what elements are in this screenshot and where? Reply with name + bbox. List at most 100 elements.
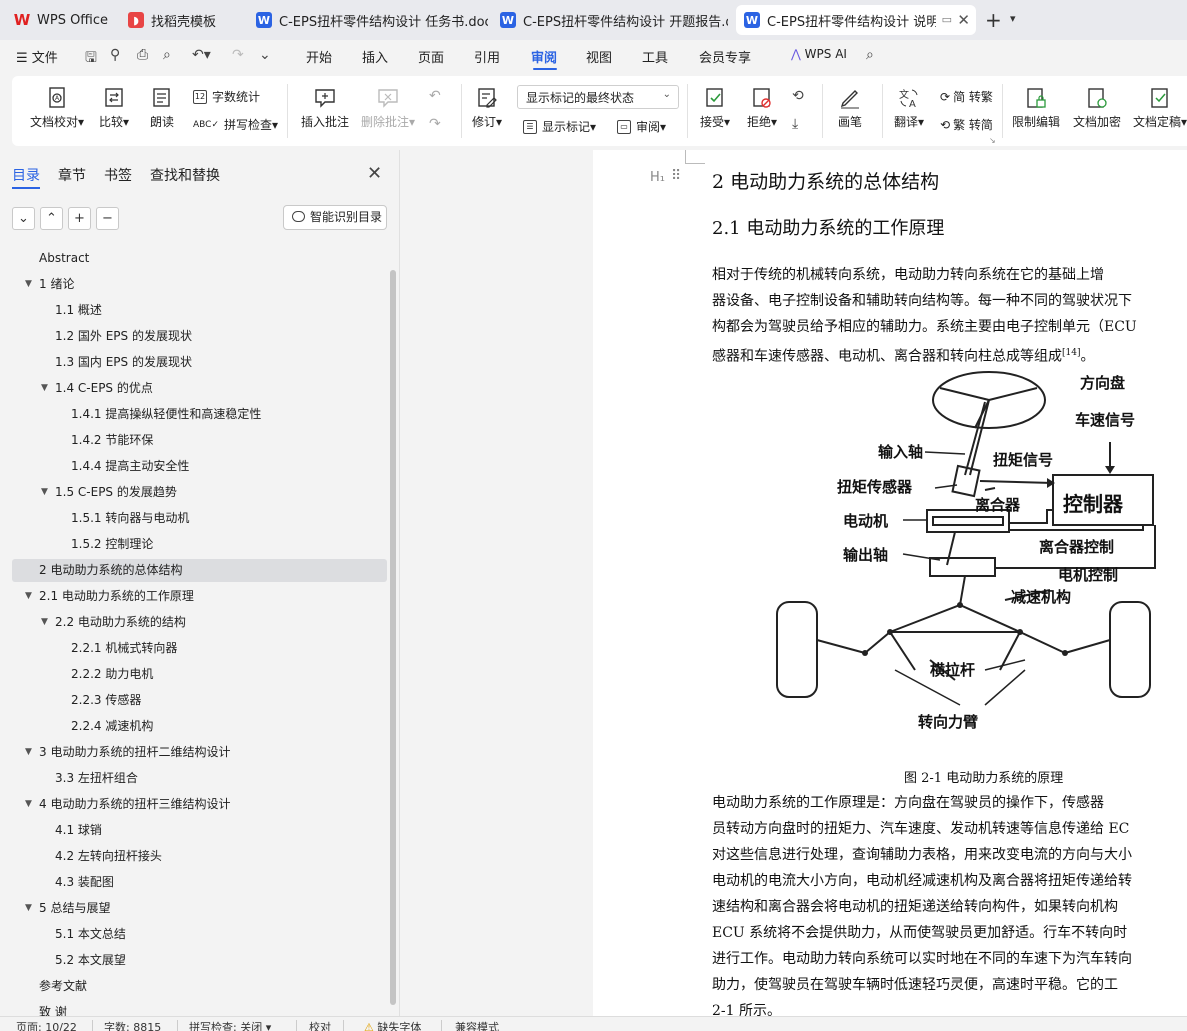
toc-item[interactable]: 1.4.1 提高操纵轻便性和高速稳定性	[12, 403, 387, 426]
next-change-icon[interactable]: ⤓	[792, 116, 798, 132]
toc-item[interactable]: 1.1 概述	[12, 299, 387, 322]
menu-view[interactable]: 视图	[586, 47, 612, 66]
tab-manual-doc[interactable]: W C-EPS扭杆零件结构设计 说明书 ▭ ✕	[736, 5, 976, 35]
undo-icon[interactable]: ↶▾	[192, 47, 211, 63]
remove-heading-button[interactable]: −	[96, 207, 119, 230]
document-page[interactable]: H₁ ⠿ 2 电动助力系统的总体结构 2.1 电动助力系统的工作原理 相对于传统…	[593, 150, 1187, 1016]
expand-button[interactable]: ⌃	[40, 207, 63, 230]
insert-comment-button[interactable]: 插入批注	[301, 86, 349, 130]
toc-item[interactable]: 2.2.4 减速机构	[12, 715, 387, 738]
missing-font-status[interactable]: ⚠ 缺失字体	[364, 1019, 421, 1031]
menu-home[interactable]: 开始	[306, 47, 332, 66]
encrypt-button[interactable]: 文档加密	[1073, 86, 1121, 130]
expand-triangle-icon[interactable]: ▼	[25, 793, 32, 816]
toc-item[interactable]: 1.5.2 控制理论	[12, 533, 387, 556]
toc-item[interactable]: Abstract	[12, 247, 387, 270]
add-tab-icon[interactable]: +	[985, 8, 1002, 32]
search-icon[interactable]: ⌕	[866, 47, 874, 63]
toc-item[interactable]: 5.1 本文总结	[12, 923, 387, 946]
scrollbar[interactable]	[390, 270, 396, 1005]
toc-item[interactable]: ▼ 2.1 电动助力系统的工作原理	[12, 585, 387, 608]
expand-triangle-icon[interactable]: ▼	[25, 897, 32, 920]
toc-item[interactable]: 参考文献	[12, 975, 387, 998]
menu-page[interactable]: 页面	[418, 47, 444, 66]
read-aloud-button[interactable]: 朗读	[150, 86, 174, 130]
revise-button[interactable]: 修订▾	[472, 86, 502, 130]
menu-review[interactable]: 审阅	[531, 47, 557, 66]
nav-tab-toc[interactable]: 目录	[12, 165, 40, 185]
nav-tab-find-replace[interactable]: 查找和替换	[150, 165, 220, 185]
word-count-button[interactable]: 12 字数统计	[193, 88, 260, 105]
add-heading-button[interactable]: +	[68, 207, 91, 230]
tab-task-doc[interactable]: W C-EPS扭杆零件结构设计 任务书.doc	[248, 5, 488, 35]
chevron-down-icon[interactable]: ⌄	[259, 47, 271, 63]
citation[interactable]: [14]	[1062, 348, 1080, 358]
toc-item[interactable]: 1.2 国外 EPS 的发展现状	[12, 325, 387, 348]
toc-item[interactable]: 1.3 国内 EPS 的发展现状	[12, 351, 387, 374]
spell-check-button[interactable]: ABC✓ 拼写检查 ▾	[193, 116, 278, 133]
link-icon[interactable]: ⚲	[110, 47, 120, 63]
toc-item[interactable]: ▼ 3 电动助力系统的扭杆二维结构设计	[12, 741, 387, 764]
to-simplified-button[interactable]: ⟲ 繁 转简	[940, 116, 993, 133]
toc-item[interactable]: 1.4.4 提高主动安全性	[12, 455, 387, 478]
redo-icon[interactable]: ↷	[232, 47, 244, 63]
menu-references[interactable]: 引用	[474, 47, 500, 66]
toc-item[interactable]: 5.2 本文展望	[12, 949, 387, 972]
finalize-button[interactable]: 文档定稿▾	[1133, 86, 1187, 130]
window-icon[interactable]: ▭	[942, 5, 952, 35]
toc-item[interactable]: ▼ 1 绪论	[12, 273, 387, 296]
close-icon[interactable]: ✕	[957, 5, 970, 35]
accept-button[interactable]: 接受▾	[700, 86, 730, 130]
ink-button[interactable]: 画笔	[838, 86, 862, 130]
print-icon[interactable]: ⎙	[137, 47, 148, 63]
tab-docer-templates[interactable]: ◗ 找稻壳模板	[120, 5, 243, 35]
toc-item[interactable]: ▼ 1.5 C-EPS 的发展趋势	[12, 481, 387, 504]
toc-item[interactable]: ▼ 5 总结与展望	[12, 897, 387, 920]
nav-tab-sections[interactable]: 章节	[58, 165, 86, 185]
toc-item[interactable]: 4.1 球销	[12, 819, 387, 842]
chevron-down-icon[interactable]: ▾	[1010, 12, 1016, 25]
page-indicator[interactable]: 页面: 10/22	[16, 1019, 77, 1031]
toc-item[interactable]: 2.2.2 助力电机	[12, 663, 387, 686]
close-icon[interactable]: ✕	[367, 163, 382, 184]
review-pane-button[interactable]: ▭ 审阅 ▾	[617, 118, 666, 135]
toc-item[interactable]: 4.2 左转向扭杆接头	[12, 845, 387, 868]
prev-comment-icon[interactable]: ↶	[429, 88, 441, 104]
word-count-status[interactable]: 字数: 8815	[104, 1019, 161, 1031]
toc-item[interactable]: 致 谢	[12, 1001, 387, 1016]
toc-item[interactable]: 1.4.2 节能环保	[12, 429, 387, 452]
expand-triangle-icon[interactable]: ▼	[25, 741, 32, 764]
dialog-launcher-icon[interactable]: ↘	[989, 136, 996, 145]
toc-item[interactable]: 1.5.1 转向器与电动机	[12, 507, 387, 530]
delete-comment-button[interactable]: 删除批注▾	[361, 86, 415, 130]
save-icon[interactable]: 🖫	[85, 47, 97, 71]
expand-triangle-icon[interactable]: ▼	[41, 481, 48, 504]
restrict-edit-button[interactable]: 限制编辑	[1012, 86, 1060, 130]
tab-proposal-doc[interactable]: W C-EPS扭杆零件结构设计 开题报告.doc	[492, 5, 728, 35]
toc-item[interactable]: 4.3 装配图	[12, 871, 387, 894]
collapse-button[interactable]: ⌄	[12, 207, 35, 230]
wps-ai-button[interactable]: ⋀ WPS AI	[791, 47, 847, 61]
toc-item[interactable]: 2.2.3 传感器	[12, 689, 387, 712]
expand-triangle-icon[interactable]: ▼	[41, 377, 48, 400]
translate-button[interactable]: 文A 翻译▾	[894, 86, 924, 130]
prev-change-icon[interactable]: ⟲	[792, 88, 804, 104]
toc-item[interactable]: 2.2.1 机械式转向器	[12, 637, 387, 660]
menu-insert[interactable]: 插入	[362, 47, 388, 66]
toc-item[interactable]: ▼ 1.4 C-EPS 的优点	[12, 377, 387, 400]
doc-check-button[interactable]: A 文档校对▾	[30, 86, 84, 130]
menu-tools[interactable]: 工具	[642, 47, 668, 66]
drag-handle-icon[interactable]: ⠿	[671, 168, 681, 184]
toc-item[interactable]: 2 电动助力系统的总体结构	[12, 559, 387, 582]
print-preview-icon[interactable]: ⌕	[163, 47, 171, 63]
compare-button[interactable]: 比较▾	[99, 86, 129, 130]
show-markup-button[interactable]: ☰ 显示标记 ▾	[523, 118, 596, 135]
nav-tab-bookmarks[interactable]: 书签	[104, 165, 132, 185]
proof-status[interactable]: 校对	[309, 1019, 331, 1031]
spell-check-status[interactable]: 拼写检查: 关闭 ▾	[189, 1019, 271, 1031]
to-traditional-button[interactable]: ⟳ 简 转繁	[940, 88, 993, 105]
reject-button[interactable]: 拒绝▾	[747, 86, 777, 130]
menu-member[interactable]: 会员专享	[699, 47, 751, 66]
expand-triangle-icon[interactable]: ▼	[41, 611, 48, 634]
tab-wps-office[interactable]: W WPS Office	[6, 5, 116, 35]
